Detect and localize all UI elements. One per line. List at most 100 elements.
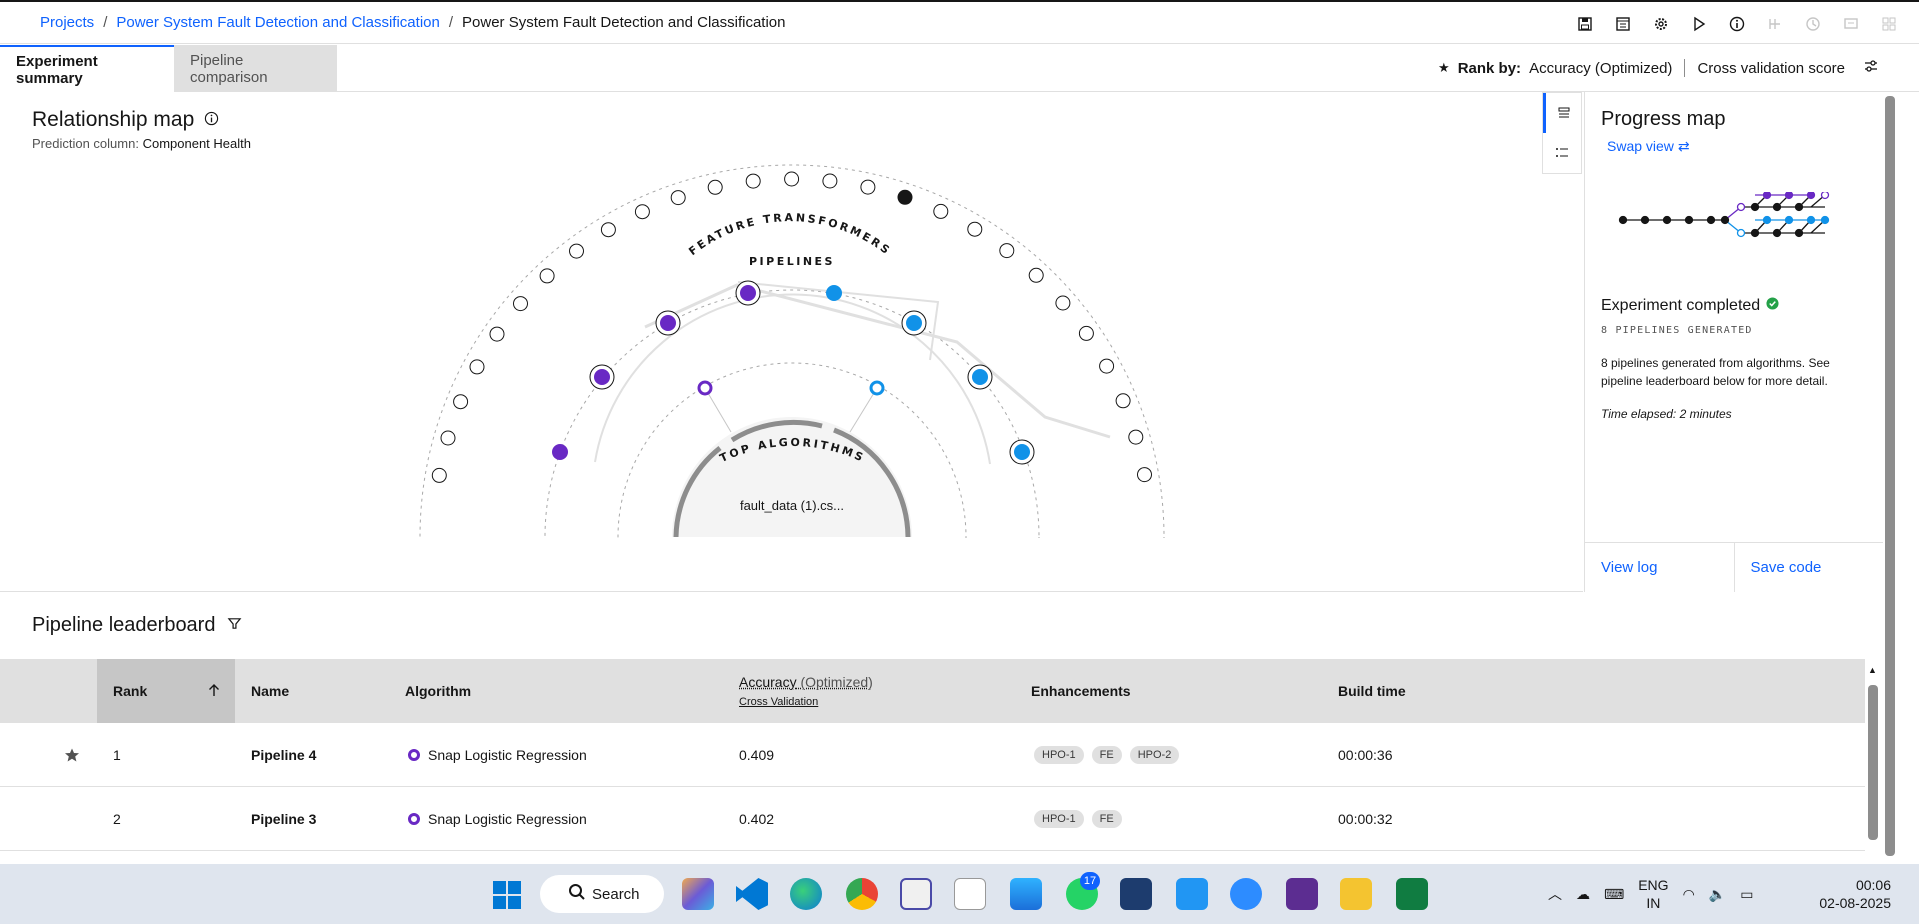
- column-accuracy[interactable]: Accuracy (Optimized) Cross Validation: [739, 659, 873, 723]
- pipeline-node[interactable]: [906, 315, 922, 331]
- column-rank[interactable]: Rank: [97, 659, 235, 723]
- column-name[interactable]: Name: [251, 659, 289, 723]
- pipeline-node[interactable]: [660, 315, 676, 331]
- clock-time: 00:06: [1855, 877, 1891, 893]
- feature-node[interactable]: [670, 190, 686, 206]
- feature-node[interactable]: [539, 268, 555, 284]
- table-scrollbar[interactable]: ▲: [1864, 659, 1882, 849]
- breadcrumb-project[interactable]: Power System Fault Detection and Classif…: [116, 14, 439, 31]
- vscode-icon[interactable]: [736, 878, 768, 910]
- tab-pipeline-comparison[interactable]: Pipeline comparison: [174, 45, 337, 92]
- pipeline-name-cell[interactable]: Pipeline 4: [251, 723, 316, 787]
- feature-node[interactable]: [440, 430, 456, 446]
- view-log-link[interactable]: View log: [1585, 543, 1734, 592]
- keyboard-icon[interactable]: ⌨: [1604, 886, 1624, 903]
- algorithm-name: Snap Logistic Regression: [428, 747, 587, 763]
- sliders-icon[interactable]: [1863, 58, 1879, 78]
- git-tool-icon[interactable]: [900, 878, 932, 910]
- pipeline-node[interactable]: [594, 369, 610, 385]
- feature-node[interactable]: [1099, 358, 1115, 374]
- feature-node[interactable]: [784, 171, 800, 187]
- feature-node[interactable]: [453, 394, 469, 410]
- table-row[interactable]: 1 Pipeline 4 Snap Logistic Regression 0.…: [0, 723, 1865, 787]
- battery-icon[interactable]: ▭: [1740, 886, 1753, 903]
- taskbar-search[interactable]: Search: [540, 875, 664, 913]
- save-icon[interactable]: [1573, 12, 1597, 36]
- feature-node[interactable]: [1115, 393, 1131, 409]
- feature-node[interactable]: [489, 326, 505, 342]
- cloud-icon[interactable]: ☁: [1576, 886, 1590, 903]
- feature-node[interactable]: [634, 204, 650, 220]
- notebook-icon[interactable]: [1611, 12, 1635, 36]
- pipeline-node[interactable]: [972, 369, 988, 385]
- feature-node[interactable]: [707, 179, 723, 195]
- notepad-icon[interactable]: [1176, 878, 1208, 910]
- feature-node[interactable]: [1028, 267, 1044, 283]
- chrome-icon[interactable]: [846, 878, 878, 910]
- feature-node[interactable]: [897, 189, 913, 205]
- excel-icon[interactable]: [1396, 878, 1428, 910]
- feature-node[interactable]: [513, 296, 528, 312]
- settings-icon[interactable]: [1649, 12, 1673, 36]
- info-icon[interactable]: [1725, 12, 1749, 36]
- swap-view-link[interactable]: Swap view ⇄: [1607, 138, 1690, 155]
- clock[interactable]: 00:06 02-08-2025: [1819, 876, 1891, 912]
- feature-node[interactable]: [933, 203, 949, 219]
- feature-node[interactable]: [745, 173, 761, 189]
- bullet-list-icon[interactable]: [1543, 133, 1581, 173]
- feature-node[interactable]: [999, 243, 1015, 259]
- feature-node[interactable]: [1128, 429, 1144, 445]
- save-code-link[interactable]: Save code: [1733, 543, 1884, 592]
- feature-node[interactable]: [600, 222, 616, 238]
- rank-by-metric[interactable]: Accuracy (Optimized): [1529, 60, 1672, 77]
- algorithm-node[interactable]: [869, 380, 885, 396]
- pipeline-node[interactable]: [552, 444, 568, 460]
- filter-icon[interactable]: [227, 614, 242, 637]
- apps-icon: [1877, 12, 1901, 36]
- list-view-icon[interactable]: [1543, 93, 1581, 133]
- scroll-up-icon[interactable]: ▲: [1868, 665, 1877, 675]
- language-indicator[interactable]: ENG IN: [1638, 876, 1668, 912]
- breadcrumb-projects[interactable]: Projects: [40, 14, 94, 31]
- breadcrumb-separator: /: [448, 14, 454, 31]
- feature-node[interactable]: [1055, 295, 1071, 311]
- wifi-icon[interactable]: ◠: [1683, 886, 1695, 903]
- zoom-icon[interactable]: [1230, 878, 1262, 910]
- store-icon[interactable]: [1010, 878, 1042, 910]
- feature-node[interactable]: [431, 467, 447, 483]
- feature-node[interactable]: [822, 173, 838, 189]
- edge-icon[interactable]: [790, 878, 822, 910]
- visual-studio-icon[interactable]: [1286, 878, 1318, 910]
- pipeline-node[interactable]: [1014, 444, 1030, 460]
- scroll-thumb[interactable]: [1868, 685, 1878, 840]
- tab-experiment-summary[interactable]: Experiment summary: [0, 45, 174, 92]
- page-scroll-thumb[interactable]: [1885, 96, 1895, 856]
- windows-start-icon[interactable]: [492, 880, 522, 915]
- feature-node[interactable]: [1137, 467, 1152, 483]
- pipeline-name-cell[interactable]: Pipeline 3: [251, 787, 316, 851]
- notes-app-icon[interactable]: [954, 878, 986, 910]
- arrow-up-icon[interactable]: [207, 683, 221, 700]
- chevron-up-icon[interactable]: ︿: [1548, 884, 1562, 904]
- volume-icon[interactable]: 🔈: [1709, 886, 1726, 903]
- copilot-icon[interactable]: [682, 878, 714, 910]
- feature-node[interactable]: [569, 243, 584, 259]
- pipeline-node[interactable]: [826, 285, 842, 301]
- feature-node[interactable]: [860, 179, 876, 195]
- page-scrollbar[interactable]: [1883, 92, 1897, 864]
- feature-node[interactable]: [967, 221, 983, 237]
- mysql-workbench-icon[interactable]: [1120, 878, 1152, 910]
- pipeline-node[interactable]: [740, 285, 756, 301]
- dataset-core[interactable]: [672, 417, 912, 537]
- column-enhancements[interactable]: Enhancements: [1031, 659, 1131, 723]
- file-explorer-icon[interactable]: [1340, 878, 1372, 910]
- feature-node[interactable]: [469, 359, 485, 375]
- feature-node[interactable]: [1078, 325, 1094, 341]
- algorithm-node[interactable]: [697, 380, 713, 396]
- app-window: Projects / Power System Fault Detection …: [0, 0, 1919, 864]
- rank-by-mode[interactable]: Cross validation score: [1697, 60, 1845, 77]
- column-build-time[interactable]: Build time: [1338, 659, 1406, 723]
- table-row[interactable]: 2 Pipeline 3 Snap Logistic Regression 0.…: [0, 787, 1865, 851]
- run-icon[interactable]: [1687, 12, 1711, 36]
- column-algorithm[interactable]: Algorithm: [405, 659, 471, 723]
